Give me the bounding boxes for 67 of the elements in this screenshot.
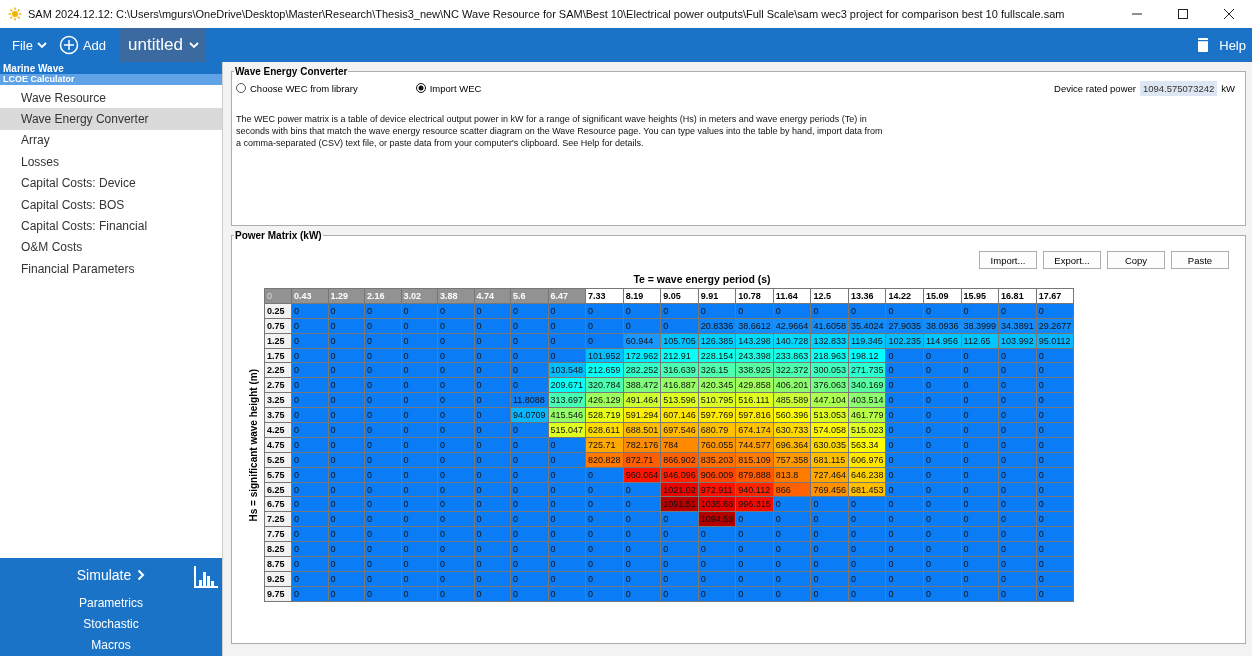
app-icon bbox=[8, 7, 22, 21]
corner-cell: 0 bbox=[264, 288, 292, 304]
column-header: 7.33 bbox=[585, 288, 624, 304]
matrix-button[interactable]: Paste bbox=[1171, 251, 1229, 269]
radio-icon[interactable] bbox=[236, 83, 246, 93]
column-header: 9.05 bbox=[660, 288, 699, 304]
sidebar-heading: Marine Wave bbox=[2, 62, 65, 74]
sidebar-item[interactable]: Capital Costs: Device bbox=[0, 172, 222, 194]
group-title: Wave Energy Converter bbox=[234, 66, 349, 77]
column-header: 15.95 bbox=[961, 288, 999, 304]
simulate-link[interactable]: Macros bbox=[91, 634, 131, 656]
column-header: 11.64 bbox=[773, 288, 811, 304]
column-header: 10.78 bbox=[735, 288, 774, 304]
close-icon bbox=[1224, 9, 1234, 19]
column-header: 17.67 bbox=[1036, 288, 1074, 304]
simulate-button[interactable]: Simulate bbox=[76, 566, 146, 583]
case-tab[interactable]: untitled bbox=[120, 28, 205, 62]
column-header: 13.36 bbox=[848, 288, 886, 304]
chevron-icon bbox=[137, 568, 146, 581]
column-header: 15.09 bbox=[923, 288, 962, 304]
column-header: 6.47 bbox=[548, 288, 586, 304]
column-header: 12.5 bbox=[810, 288, 849, 304]
radio-option[interactable]: Import WEC bbox=[415, 82, 482, 94]
column-header: 4.74 bbox=[474, 288, 511, 304]
radio-option[interactable]: Choose WEC from library bbox=[236, 82, 358, 94]
sidebar-item[interactable]: Wave Energy Converter bbox=[0, 108, 222, 130]
sidebar-item[interactable]: Capital Costs: BOS bbox=[0, 193, 222, 216]
column-header: 1.29 bbox=[328, 288, 365, 304]
book-icon[interactable] bbox=[1197, 37, 1210, 53]
matrix-button[interactable]: Import... bbox=[979, 251, 1037, 269]
column-header: 2.16 bbox=[364, 288, 401, 304]
column-header: 0.43 bbox=[291, 288, 328, 304]
column-header: 8.19 bbox=[623, 288, 661, 304]
sidebar-item[interactable]: Financial Parameters bbox=[0, 258, 222, 280]
column-header: 14.22 bbox=[885, 288, 924, 304]
help-button[interactable]: Help bbox=[1209, 28, 1252, 62]
radio-icon[interactable] bbox=[415, 83, 426, 93]
column-header: 3.02 bbox=[401, 288, 438, 304]
unit-label: kW bbox=[1221, 82, 1235, 94]
caret-icon bbox=[188, 42, 199, 48]
matrix-button[interactable]: Export... bbox=[1043, 251, 1101, 269]
bar-chart-icon[interactable] bbox=[194, 566, 218, 588]
y-axis-title: Hs = significant wave height (m) bbox=[247, 368, 259, 522]
maximize-icon bbox=[1178, 9, 1188, 19]
sidebar-item[interactable]: Capital Costs: Financial bbox=[0, 215, 222, 237]
sidebar-item[interactable]: O&M Costs bbox=[0, 236, 222, 259]
x-axis-title: Te = wave energy period (s) bbox=[632, 273, 772, 285]
sidebar-item[interactable]: Array bbox=[0, 129, 222, 152]
window-title: SAM 2024.12.12: C:\Users\mgurs\OneDrive\Desktop\Master\Research\Thesis3_new\NC Wave Resource for SAM\Best 10\Electrical power outputs\Full Scale\sam wec3 project for comparison best 10 fullscale.sam bbox=[28, 8, 1065, 20]
plus-icon bbox=[58, 35, 79, 55]
field-label: Device rated power bbox=[1054, 82, 1136, 94]
simulate-link[interactable]: Stochastic bbox=[83, 613, 139, 635]
rated-power-field: 1094.575073242 bbox=[1139, 80, 1218, 96]
description-text: The WEC power matrix is a table of device electrical output power in kW for a range of significant wave heights (Hs) in meters and wave energy periods (Te) in seconds with bins that match the wave energy resource scatter diagram on the Wave Resource page. You can type values into the table by hand, import data from a comma-separated (CSV) text file, or paste data from your computer's clipboard. See Help for details. bbox=[236, 113, 884, 149]
column-header: 5.6 bbox=[510, 288, 549, 304]
sidebar-item[interactable]: Wave Resource bbox=[0, 87, 222, 109]
column-header: 3.88 bbox=[437, 288, 474, 304]
caret-icon bbox=[36, 42, 47, 48]
sidebar-subheading: LCOE Calculator bbox=[0, 74, 222, 85]
add-button[interactable]: Add bbox=[52, 28, 113, 62]
file-menu[interactable]: File bbox=[0, 28, 53, 62]
simulate-link[interactable]: Parametrics bbox=[79, 591, 143, 614]
group-title: Power Matrix (kW) bbox=[234, 230, 323, 241]
sidebar-item[interactable]: Losses bbox=[0, 151, 222, 173]
matrix-button[interactable]: Copy bbox=[1107, 251, 1165, 269]
column-header: 16.81 bbox=[998, 288, 1037, 304]
column-header: 9.91 bbox=[698, 288, 736, 304]
